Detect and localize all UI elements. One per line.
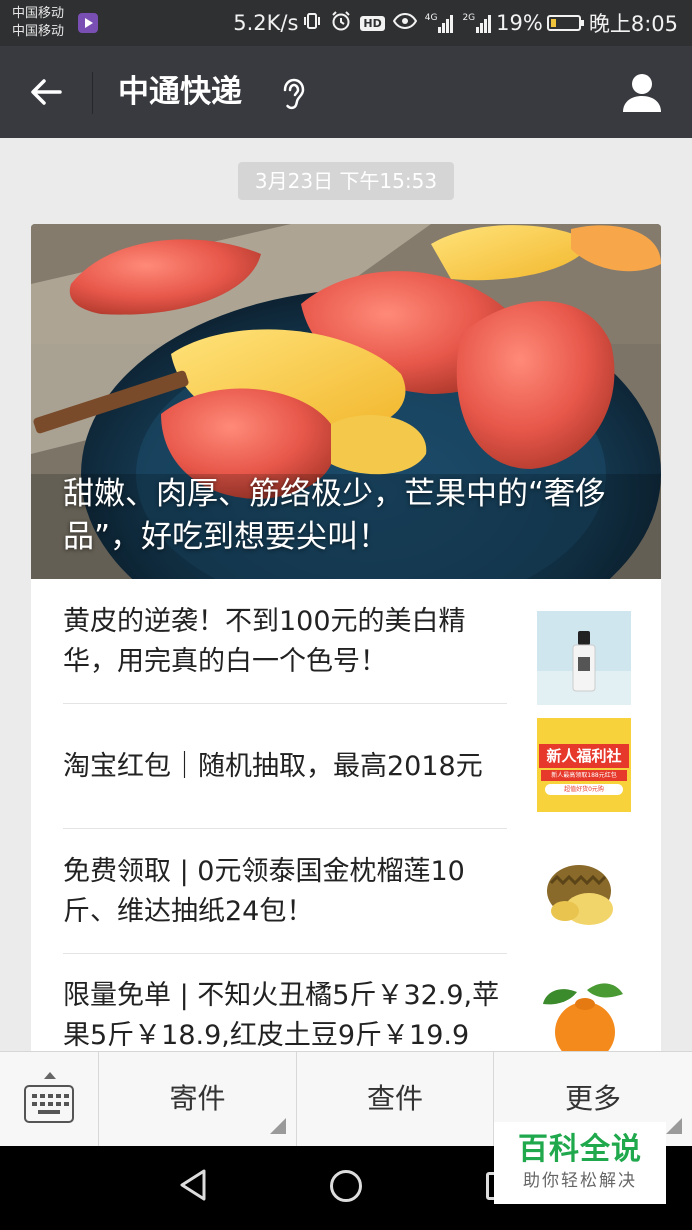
list-item-title: 淘宝红包｜随机抽取，最高2018元 bbox=[63, 750, 483, 782]
durian-thumbnail bbox=[537, 847, 631, 941]
menu-send-button[interactable]: 寄件 bbox=[99, 1052, 297, 1146]
list-item[interactable]: 淘宝红包｜随机抽取，最高2018元 新人福利社 新人最高领取188元红包 超值好… bbox=[31, 704, 661, 829]
signal-4g-icon: 4G bbox=[425, 13, 455, 33]
eye-icon bbox=[392, 12, 417, 35]
list-item-title: 黄皮的逆袭！不到100元的美白精华，用完真的白一个色号！ bbox=[63, 605, 466, 677]
signal-2g-icon: 2G bbox=[462, 13, 492, 33]
list-item-title: 免费领取 | 0元领泰国金枕榴莲10斤、维达抽纸24包！ bbox=[63, 855, 465, 927]
watermark-subtitle: 助你轻松解决 bbox=[523, 1171, 637, 1191]
menu-track-button[interactable]: 查件 bbox=[297, 1052, 494, 1146]
hd-icon: HD bbox=[360, 15, 385, 31]
welfare-thumbnail: 新人福利社 新人最高领取188元红包 超值好货0元购 bbox=[537, 718, 631, 812]
nav-back-icon[interactable] bbox=[178, 1168, 208, 1206]
keyboard-icon bbox=[24, 1085, 74, 1123]
alarm-icon bbox=[330, 10, 352, 37]
battery-percent: 19% bbox=[496, 11, 543, 35]
page-title: 中通快递 bbox=[118, 74, 242, 110]
article-card[interactable]: 甜嫩、肉厚、筋络极少，芒果中的“奢侈品”，好吃到想要尖叫！ 黄皮的逆袭！不到10… bbox=[31, 224, 661, 1124]
cover-title: 甜嫩、肉厚、筋络极少，芒果中的“奢侈品”，好吃到想要尖叫！ bbox=[63, 476, 607, 555]
watermark-title: 百科全说 bbox=[518, 1132, 642, 1167]
menu-send-label: 寄件 bbox=[169, 1082, 226, 1115]
signal-4g-label: 4G bbox=[424, 13, 438, 23]
back-arrow-icon bbox=[31, 79, 62, 105]
nav-home-icon[interactable] bbox=[330, 1170, 362, 1202]
submenu-corner-icon bbox=[666, 1118, 682, 1134]
list-item[interactable]: 黄皮的逆袭！不到100元的美白精华，用完真的白一个色号！ bbox=[31, 579, 661, 705]
list-item[interactable]: 免费领取 | 0元领泰国金枕榴莲10斤、维达抽纸24包！ bbox=[31, 829, 661, 954]
ear-icon[interactable] bbox=[278, 76, 308, 112]
chevron-up-icon bbox=[44, 1072, 56, 1079]
battery-icon bbox=[546, 15, 584, 31]
status-indicators: 5.2K/s HD 4G 2G 19% 晚上8:05 bbox=[233, 0, 678, 46]
signal-2g-label: 2G bbox=[462, 13, 476, 23]
profile-icon bbox=[623, 74, 661, 112]
video-app-icon bbox=[78, 13, 98, 33]
battery-level bbox=[550, 19, 556, 27]
carrier-labels: 中国移动 中国移动 bbox=[12, 5, 64, 41]
carrier-2: 中国移动 bbox=[12, 24, 65, 39]
cover-article[interactable]: 甜嫩、肉厚、筋络极少，芒果中的“奢侈品”，好吃到想要尖叫！ bbox=[31, 224, 661, 579]
menu-track-label: 查件 bbox=[366, 1082, 423, 1115]
title-bar: 中通快递 bbox=[0, 46, 692, 138]
serum-thumbnail bbox=[537, 611, 631, 705]
keyboard-toggle-button[interactable] bbox=[0, 1052, 99, 1146]
watermark-logo: 百科全说 助你轻松解决 bbox=[494, 1122, 666, 1204]
thumb-banner-sub: 新人最高领取188元红包 bbox=[541, 770, 627, 781]
message-timestamp: 3月23日 下午15:53 bbox=[238, 162, 454, 200]
clock: 晚上8:05 bbox=[588, 12, 678, 36]
net-speed: 5.2K/s bbox=[233, 11, 299, 35]
submenu-corner-icon bbox=[270, 1118, 286, 1134]
carrier-1: 中国移动 bbox=[12, 6, 65, 21]
orange-thumbnail bbox=[537, 970, 631, 1064]
menu-more-label: 更多 bbox=[564, 1082, 621, 1115]
title-divider bbox=[92, 72, 93, 114]
profile-button[interactable] bbox=[620, 70, 664, 114]
thumb-banner-title: 新人福利社 bbox=[539, 744, 629, 768]
status-bar: 中国移动 中国移动 5.2K/s HD 4G 2G 19% 晚上8:05 bbox=[0, 0, 692, 46]
vibrate-icon bbox=[302, 11, 322, 36]
thumb-banner-foot: 超值好货0元购 bbox=[545, 784, 623, 795]
back-button[interactable] bbox=[22, 70, 72, 114]
